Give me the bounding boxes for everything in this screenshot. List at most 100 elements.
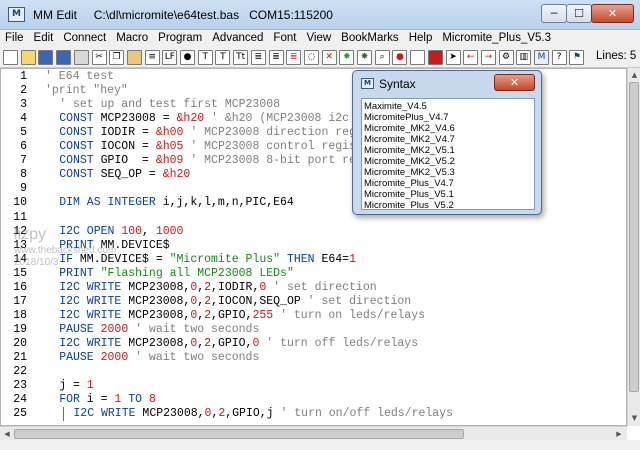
menu-item-program[interactable]: Program [153, 30, 207, 47]
line-number: 2 [20, 84, 27, 98]
text-tt-icon[interactable]: Tt [233, 50, 249, 65]
indent-icon[interactable]: ≣ [268, 50, 284, 65]
code-token: 2 [204, 308, 212, 322]
code-line[interactable]: 25 I2C WRITE MCP23008,0,2,GPIO,j ' turn o… [1, 407, 621, 422]
cut-icon[interactable]: ✂ [91, 50, 107, 65]
code-line[interactable]: 18 I2C WRITE MCP23008,0,2,GPIO,255 ' turn… [1, 309, 621, 323]
code-line[interactable]: 19 PAUSE 2000 ' wait two seconds [1, 323, 621, 337]
code-line[interactable]: 16 I2C WRITE MCP23008,0,2,IODIR,0 ' set d… [1, 281, 621, 295]
close-button[interactable]: ✕ [591, 4, 634, 23]
save-as-icon[interactable] [56, 50, 72, 65]
syntax-close-button[interactable]: ✕ [494, 74, 535, 91]
scroll-right-arrow-icon[interactable]: ▶ [613, 428, 625, 440]
menu-item-connect[interactable]: Connect [58, 30, 111, 47]
line-number: 9 [20, 182, 27, 196]
app-icon[interactable]: M [8, 7, 25, 22]
document-icon[interactable] [410, 50, 426, 65]
red-lines-icon[interactable]: ≣ [286, 50, 302, 65]
horizontal-scrollbar[interactable]: ◀ ▶ [0, 426, 627, 440]
syntax-option[interactable]: Micromite_Plus_V5.2 [364, 200, 454, 209]
horizontal-scroll-thumb[interactable] [14, 429, 464, 439]
syntax-window-icon: M [361, 78, 374, 89]
arrow-left-icon[interactable]: ← [463, 50, 479, 65]
align-icon[interactable]: ≣ [250, 50, 266, 65]
code-token: IOCON = [93, 140, 156, 154]
menu-item-macro[interactable]: Macro [111, 30, 153, 47]
pointer-icon[interactable]: ➤ [445, 50, 461, 65]
code-line[interactable]: 17 I2C WRITE MCP23008,0,2,IOCON,SEQ_OP ' … [1, 295, 621, 309]
stop-icon[interactable]: ● [392, 50, 408, 65]
menu-bar: File Edit Connect Macro Program Advanced Font V… [0, 30, 640, 47]
code-text: PRINT "Flashing all MCP23008 LEDs" [59, 267, 294, 281]
list-icon[interactable]: ≡ [144, 50, 160, 65]
code-token: ' set direction [300, 294, 412, 308]
lf-icon[interactable]: LF [162, 50, 178, 65]
bullet-icon[interactable]: ● [180, 50, 195, 65]
scroll-down-arrow-icon[interactable]: ▼ [629, 412, 640, 424]
columns-icon[interactable]: ▥ [516, 50, 532, 65]
new-file-icon[interactable] [3, 50, 18, 65]
delete-icon[interactable]: ✕ [321, 50, 337, 65]
code-line[interactable]: 15 PRINT "Flashing all MCP23008 LEDs" [1, 267, 621, 281]
menu-item-micromite-plus-v5-3[interactable]: Micromite_Plus_V5.3 [437, 30, 556, 47]
line-number: 3 [20, 98, 27, 112]
menu-item-font[interactable]: Font [268, 30, 301, 47]
red-square-icon[interactable] [427, 50, 443, 65]
code-token: MCP23008, [135, 407, 205, 421]
watermark-date: 2018/10/3 [14, 257, 59, 268]
code-token: 255 [252, 308, 274, 322]
code-token: IODIR = [93, 126, 156, 140]
vertical-scrollbar[interactable]: ▲ ▼ [627, 68, 640, 426]
arrow-right-icon[interactable]: → [480, 50, 496, 65]
help-icon[interactable]: ? [551, 50, 567, 65]
text-t-icon[interactable]: T [215, 50, 231, 65]
bug-icon[interactable]: ✸ [357, 50, 372, 65]
tab-icon[interactable]: T [197, 50, 213, 65]
zoom-icon[interactable]: ⌕ [374, 50, 390, 65]
code-token: 100 [121, 224, 143, 238]
line-number: 24 [13, 393, 27, 407]
scroll-up-arrow-icon[interactable]: ▲ [629, 69, 640, 81]
toolbar: Lines: 5 ✂ ❐ ≡ LF ● T T Tt ≣ ≣ ≣ ◌ ✕ ✸ ✸ ⌕ ● ➤ ← → ⚙ ▥ M? ⚑ [0, 47, 640, 68]
menu-item-view[interactable]: View [301, 30, 336, 47]
gear-icon[interactable]: ⚙ [498, 50, 514, 65]
code-line[interactable]: 22 [1, 365, 621, 379]
line-number: 17 [13, 294, 27, 308]
vertical-scroll-thumb[interactable] [629, 82, 639, 392]
open-folder-icon[interactable] [20, 50, 36, 65]
scroll-left-arrow-icon[interactable]: ◀ [1, 428, 13, 440]
print-icon[interactable] [73, 50, 89, 65]
menu-item-edit[interactable]: Edit [29, 30, 59, 47]
line-number: 19 [13, 322, 27, 336]
code-token: 2000 [100, 322, 129, 336]
minimize-button[interactable]: ─ [541, 4, 567, 23]
runner-icon[interactable]: ⚑ [569, 50, 585, 65]
mm-icon[interactable]: M [534, 50, 549, 65]
menu-item-advanced[interactable]: Advanced [207, 30, 268, 47]
code-text: DIM AS INTEGER i,j,k,l,m,n,PIC,E64 [59, 196, 294, 210]
paste-icon[interactable] [126, 50, 142, 65]
code-token: MCP23008 = [93, 112, 177, 126]
menu-item-bookmarks[interactable]: BookMarks [336, 30, 404, 47]
code-line[interactable]: 20 I2C WRITE MCP23008,0,2,GPIO,0 ' turn o… [1, 337, 621, 351]
comment-icon[interactable]: ◌ [303, 50, 319, 65]
code-token: MCP23008, [121, 280, 191, 294]
run-green-icon[interactable]: ✸ [339, 50, 355, 65]
code-line[interactable]: 24 FOR i = 1 TO 8 [1, 393, 621, 407]
maximize-button[interactable]: ☐ [566, 4, 592, 23]
title-bar[interactable]: M MM Edit C:\dl\micromite\e64test.bas CO… [0, 0, 640, 30]
menu-item-help[interactable]: Help [404, 30, 438, 47]
line-number: 10 [13, 196, 27, 210]
copy-icon[interactable]: ❐ [109, 50, 125, 65]
code-line[interactable]: 12 I2C OPEN 100, 1000 [1, 225, 621, 239]
syntax-dialog[interactable]: M Syntax ✕ Maximite_V4.5 MicromitePlus_V4… [352, 70, 542, 215]
code-line[interactable]: 21 PAUSE 2000 ' wait two seconds [1, 351, 621, 365]
code-line[interactable]: 23 j = 1 [1, 379, 621, 393]
code-text: I2C WRITE MCP23008,0,2,GPIO,0 ' turn off… [59, 337, 418, 351]
code-token: ,IODIR, [211, 280, 260, 294]
syntax-list[interactable]: Maximite_V4.5 MicromitePlus_V4.7 Micromite… [361, 98, 535, 210]
save-icon[interactable] [38, 50, 54, 65]
line-number: 21 [13, 351, 27, 364]
menu-item-file[interactable]: File [0, 30, 29, 47]
